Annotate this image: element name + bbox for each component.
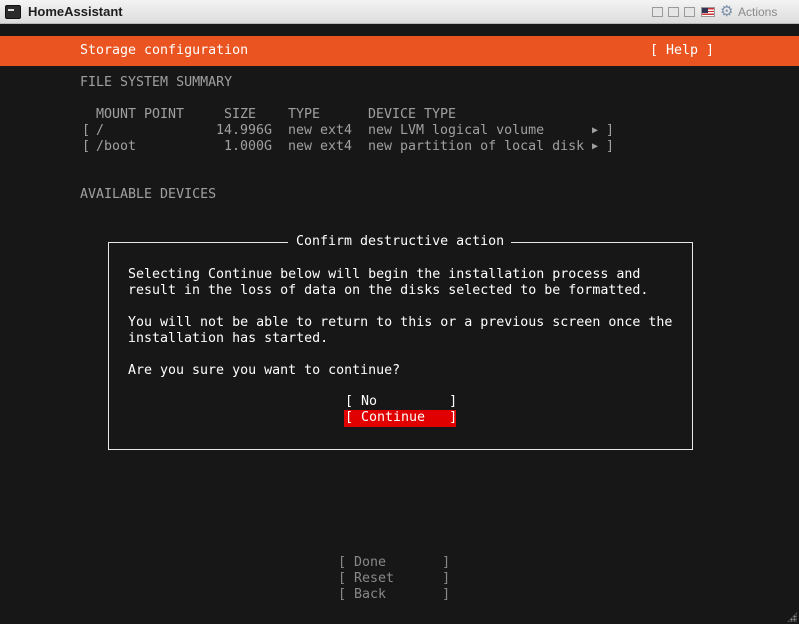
row-bracket-end: ]: [606, 123, 615, 138]
expand-arrow-icon[interactable]: ▶: [592, 139, 598, 155]
done-button[interactable]: [ Done ]: [338, 555, 450, 571]
actions-menu[interactable]: Actions: [738, 5, 777, 19]
row-mount: /boot: [96, 139, 137, 154]
row-size: 14.996G: [216, 123, 273, 138]
window-titlebar: HomeAssistant ⚙ Actions: [0, 0, 799, 24]
back-button[interactable]: [ Back ]: [338, 587, 450, 603]
row-bracket: [: [82, 123, 91, 138]
window-button-icon[interactable]: [684, 7, 695, 17]
row-mount: /: [96, 123, 105, 138]
help-button[interactable]: [ Help ]: [650, 43, 714, 59]
expand-arrow-icon[interactable]: ▶: [592, 123, 598, 139]
dialog-text-line: result in the loss of data on the disks …: [128, 283, 649, 298]
dialog-text-line: installation has started.: [128, 331, 329, 346]
available-devices-heading: AVAILABLE DEVICES: [80, 187, 217, 202]
dialog-text-line: You will not be able to return to this o…: [128, 315, 673, 330]
row-bracket: [: [82, 139, 91, 154]
window-button-icon[interactable]: [652, 7, 663, 17]
dialog-title: Confirm destructive action: [288, 234, 512, 250]
col-header-size: SIZE: [224, 107, 257, 122]
terminal-icon: [5, 5, 21, 19]
dialog-question: Are you sure you want to continue?: [128, 363, 401, 378]
continue-button[interactable]: [ Continue ]: [344, 410, 457, 427]
row-device-type: new LVM logical volume: [368, 123, 545, 138]
col-header-device-type: DEVICE TYPE: [368, 107, 457, 122]
page-title: Storage configuration: [80, 43, 249, 58]
reset-button[interactable]: [ Reset ]: [338, 571, 450, 587]
resize-grip-icon[interactable]: [787, 612, 797, 622]
no-button[interactable]: [ No ]: [345, 394, 457, 410]
col-header-mount: MOUNT POINT: [96, 107, 185, 122]
row-bracket-end: ]: [606, 139, 615, 154]
fs-summary-heading: FILE SYSTEM SUMMARY: [80, 75, 233, 90]
row-type: new ext4: [288, 139, 353, 154]
row-type: new ext4: [288, 123, 353, 138]
row-device-type: new partition of local disk: [368, 139, 585, 154]
col-header-type: TYPE: [288, 107, 321, 122]
us-flag-icon[interactable]: [701, 7, 715, 17]
window-button-icon[interactable]: [668, 7, 679, 17]
dialog-text-line: Selecting Continue below will begin the …: [128, 267, 641, 282]
gear-icon[interactable]: ⚙: [720, 4, 733, 19]
window-title: HomeAssistant: [28, 4, 123, 19]
row-size: 1.000G: [224, 139, 273, 154]
